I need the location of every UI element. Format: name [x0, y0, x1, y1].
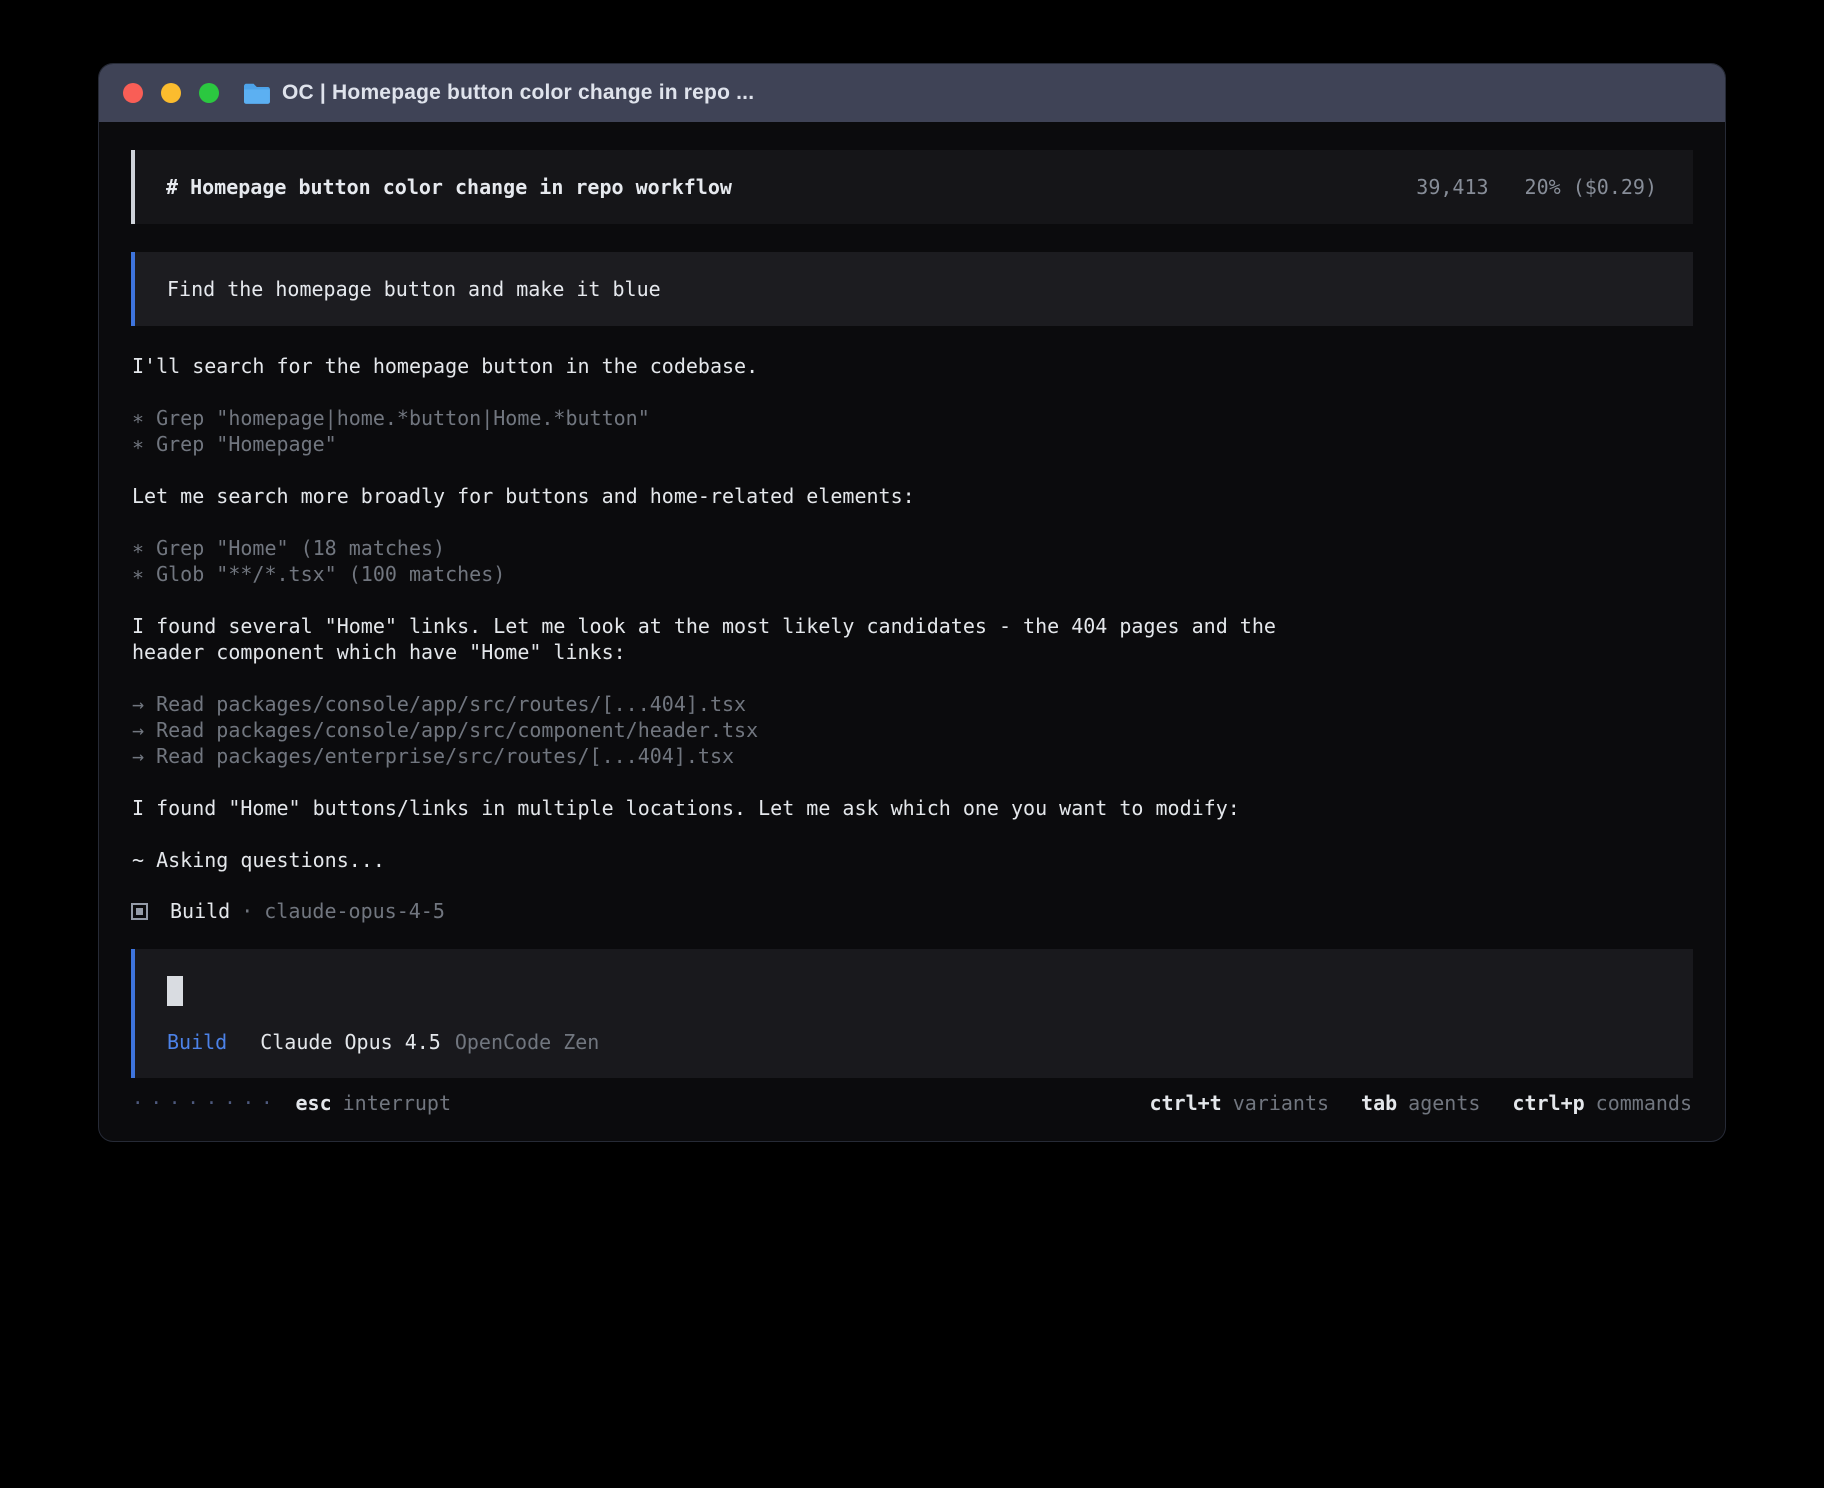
- shortcut-label: variants: [1233, 1091, 1329, 1115]
- tool-call-read: → Read packages/console/app/src/componen…: [132, 717, 1693, 743]
- conversation-log: I'll search for the homepage button in t…: [131, 353, 1693, 873]
- agent-status-line: Build · claude-opus-4-5: [131, 899, 1693, 923]
- window-title: OC | Homepage button color change in rep…: [282, 81, 754, 105]
- terminal-content: # Homepage button color change in repo w…: [99, 122, 1725, 1141]
- shortcut-variants: ctrl+t variants: [1149, 1091, 1329, 1115]
- shortcut-commands: ctrl+p commands: [1512, 1091, 1692, 1115]
- session-header: # Homepage button color change in repo w…: [131, 150, 1693, 224]
- minimize-window-button[interactable]: [161, 83, 181, 103]
- tool-call-read: → Read packages/console/app/src/routes/[…: [132, 691, 1693, 717]
- assistant-text: Let me search more broadly for buttons a…: [132, 483, 1332, 509]
- esc-key-label: interrupt: [343, 1091, 451, 1115]
- session-title: # Homepage button color change in repo w…: [166, 175, 732, 199]
- agent-mode-label[interactable]: Build: [167, 1030, 227, 1054]
- model-label[interactable]: Claude Opus 4.5: [260, 1030, 441, 1054]
- assistant-text: I found "Home" buttons/links in multiple…: [132, 795, 1332, 821]
- agent-model: claude-opus-4-5: [264, 899, 445, 923]
- user-message: Find the homepage button and make it blu…: [131, 252, 1693, 326]
- text-cursor: [167, 976, 183, 1006]
- input-meta: Build Claude Opus 4.5 OpenCode Zen: [167, 1030, 1661, 1054]
- provider-label: OpenCode Zen: [455, 1030, 600, 1054]
- assistant-text: I found several "Home" links. Let me loo…: [132, 613, 1332, 665]
- window-controls: [123, 83, 219, 103]
- window-titlebar[interactable]: OC | Homepage button color change in rep…: [99, 64, 1725, 122]
- terminal-window: OC | Homepage button color change in rep…: [99, 64, 1725, 1141]
- tool-call-grep: ∗ Grep "homepage|home.*button|Home.*butt…: [132, 405, 1693, 431]
- status-bar-left: ········ esc interrupt: [132, 1091, 451, 1115]
- close-window-button[interactable]: [123, 83, 143, 103]
- shortcut-label: commands: [1596, 1091, 1692, 1115]
- spinner-dots: ········: [132, 1092, 280, 1114]
- esc-key-hint: esc: [296, 1091, 332, 1115]
- tool-call-read: → Read packages/enterprise/src/routes/[.…: [132, 743, 1693, 769]
- tool-call-grep: ∗ Grep "Home" (18 matches): [132, 535, 1693, 561]
- shortcut-label: agents: [1408, 1091, 1480, 1115]
- shortcut-agents: tab agents: [1361, 1091, 1480, 1115]
- folder-icon: [243, 82, 270, 104]
- context-usage: 20% ($0.29): [1525, 175, 1657, 199]
- status-bar-right: ctrl+t variants tab agents ctrl+p comman…: [1149, 1091, 1692, 1115]
- status-asking-questions: ~ Asking questions...: [132, 847, 1332, 873]
- agent-icon: [131, 903, 148, 920]
- shortcut-key: tab: [1361, 1091, 1397, 1115]
- zoom-window-button[interactable]: [199, 83, 219, 103]
- token-count: 39,413: [1416, 175, 1488, 199]
- shortcut-key: ctrl+t: [1149, 1091, 1221, 1115]
- agent-separator: ·: [241, 899, 253, 923]
- prompt-input[interactable]: Build Claude Opus 4.5 OpenCode Zen: [131, 949, 1693, 1078]
- user-message-text: Find the homepage button and make it blu…: [167, 277, 661, 301]
- session-stats: 39,413 20% ($0.29): [1416, 175, 1657, 199]
- tool-call-glob: ∗ Glob "**/*.tsx" (100 matches): [132, 561, 1693, 587]
- assistant-text: I'll search for the homepage button in t…: [132, 353, 1332, 379]
- tool-call-grep: ∗ Grep "Homepage": [132, 431, 1693, 457]
- status-bar: ········ esc interrupt ctrl+t variants t…: [131, 1091, 1693, 1115]
- agent-name: Build: [170, 899, 230, 923]
- shortcut-key: ctrl+p: [1512, 1091, 1584, 1115]
